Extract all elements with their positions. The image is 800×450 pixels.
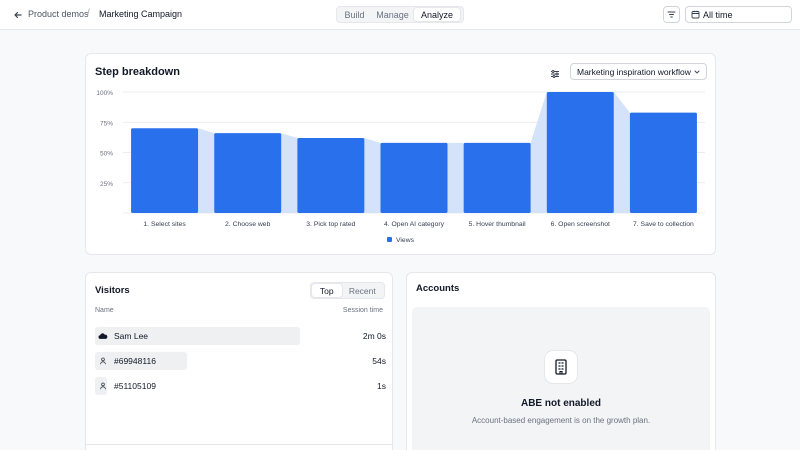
date-range-label: All time	[703, 10, 733, 20]
accounts-empty-heading: ABE not enabled	[520, 398, 601, 409]
accounts-empty-state: ABE not enabled Account-based engagement…	[412, 307, 710, 450]
chart-bar	[297, 137, 365, 213]
tab-recent[interactable]: Recent	[342, 284, 383, 297]
tab-manage[interactable]: Manage	[371, 8, 414, 21]
filter-lines-icon	[667, 11, 676, 18]
chart-bar	[546, 92, 614, 213]
column-header-name: Name	[95, 307, 114, 314]
y-tick-label: 50%	[100, 151, 113, 158]
mode-tabs: Build Manage Analyze	[336, 6, 464, 23]
funnel-connector	[530, 92, 547, 213]
legend-label: Views	[396, 237, 415, 244]
step-breakdown-chart: 100% 75% 50% 25% 1. Select sites 2. Choose we…	[96, 90, 705, 244]
funnel-connector	[613, 92, 630, 213]
tab-top[interactable]: Top	[312, 284, 342, 297]
breadcrumb-separator: /	[87, 8, 90, 19]
x-tick-label: 5. Hover thumbnail	[469, 221, 527, 228]
x-tick-label: 3. Pick top rated	[306, 221, 355, 228]
visitors-divider	[86, 444, 392, 445]
funnel-connector	[447, 142, 464, 213]
chart-bar	[629, 112, 697, 213]
funnel-connector	[281, 133, 298, 213]
visitor-name: #69948116	[114, 356, 156, 366]
accounts-empty-subtext: Account-based engagement is on the growt…	[471, 416, 651, 425]
arrow-left-icon[interactable]	[12, 9, 24, 21]
filter-button[interactable]	[663, 6, 680, 23]
y-tick-label: 25%	[100, 181, 113, 188]
accounts-card: Accounts ABE not enabled Account-based e…	[406, 272, 716, 450]
x-tick-label: 6. Open screenshot	[551, 221, 610, 228]
visitors-card: Visitors Top Recent Name Session time Sa…	[85, 272, 393, 450]
top-bar: Product demos / Marketing Campaign Build…	[0, 0, 800, 30]
building-icon	[544, 350, 578, 384]
user-icon	[98, 356, 108, 366]
breadcrumb-current: Marketing Campaign	[99, 9, 183, 19]
funnel-connector	[364, 137, 381, 213]
chart-bar	[463, 142, 531, 213]
y-tick-label: 75%	[100, 120, 113, 127]
visitor-name: #51105109	[114, 381, 156, 391]
column-header-session-time: Session time	[342, 307, 383, 314]
breadcrumb-parent-link[interactable]: Product demos	[28, 9, 89, 19]
x-tick-label: 2. Choose web	[225, 221, 271, 228]
visitor-session-time: 54s	[372, 356, 386, 366]
chart-bar	[380, 142, 448, 213]
y-tick-label: 100%	[96, 90, 113, 97]
x-tick-label: 4. Open AI category	[384, 221, 445, 228]
tab-analyze[interactable]: Analyze	[414, 8, 460, 21]
chart-bar	[214, 133, 282, 213]
visitor-row[interactable]: #51105109 1s	[95, 377, 386, 395]
accounts-title: Accounts	[416, 283, 460, 294]
visitors-title: Visitors	[95, 285, 130, 296]
x-tick-label: 1. Select sites	[143, 221, 186, 228]
date-range-button[interactable]: All time	[685, 6, 792, 23]
visitor-name: Sam Lee	[114, 331, 149, 341]
x-tick-label: 7. Save to collection	[633, 221, 694, 228]
visitor-session-time: 1s	[377, 381, 386, 391]
visitor-row[interactable]: #69948116 54s	[95, 352, 386, 370]
calendar-icon	[691, 10, 700, 19]
visitor-row[interactable]: Sam Lee 2m 0s	[95, 327, 386, 345]
visitors-tabs: Top Recent	[310, 282, 385, 299]
funnel-connector	[198, 128, 215, 213]
cloud-avatar-icon	[98, 331, 108, 341]
step-breakdown-card: Step breakdown Marketing inspiration wor…	[85, 53, 716, 255]
visitor-session-time: 2m 0s	[362, 331, 386, 341]
chart-bar	[131, 128, 199, 213]
user-icon	[98, 381, 108, 391]
tab-build[interactable]: Build	[338, 8, 371, 21]
legend-swatch	[387, 237, 392, 242]
